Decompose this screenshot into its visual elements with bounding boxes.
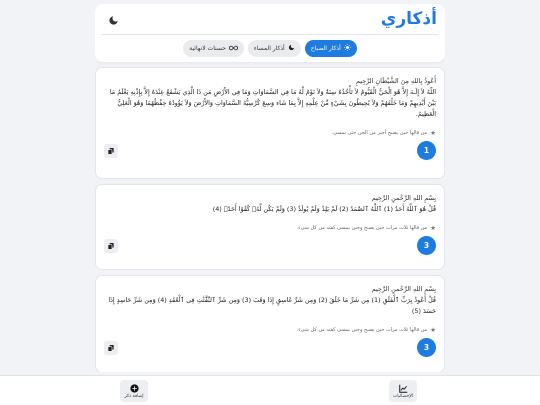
dhikr-note-text: من قالها حين يصبح أجير من الجن حتى يمسى. bbox=[331, 130, 428, 136]
tab-label: أذكار الصباح bbox=[310, 45, 341, 52]
dark-mode-toggle[interactable] bbox=[105, 12, 121, 28]
moon-icon bbox=[108, 15, 118, 25]
dhikr-card: بِسْمِ اللهِ الرَّحْمنِ الرَّحِيم قُلْ أ… bbox=[95, 275, 445, 372]
copy-button[interactable] bbox=[104, 340, 118, 355]
dhikr-card: بِسْمِ اللهِ الرَّحْمنِ الرَّحِيم قُلْ ه… bbox=[95, 184, 445, 270]
dhikr-text: قُلْ أَعُوذُ بِرَبِّ ٱلْفَلَقِ (1) مِن ش… bbox=[108, 296, 436, 315]
copy-button[interactable] bbox=[104, 238, 118, 253]
dhikr-intro: أَعُوذُ بِاللهِ مِنَ الشَّيْطَانِ الرَّج… bbox=[356, 77, 436, 85]
dhikr-text: قُلْ هُوَ ٱللَّهُ أَحَدٌ (1) ٱللَّهُ ٱلص… bbox=[212, 205, 436, 213]
repeat-counter-button[interactable]: 3 bbox=[417, 236, 436, 255]
repeat-counter-button[interactable]: 3 bbox=[417, 338, 436, 357]
star-icon: ★ bbox=[430, 326, 436, 334]
page-title: أذكاري bbox=[380, 9, 437, 29]
tab-label: حسنات لانهائية bbox=[189, 45, 226, 52]
header: أذكاري أذكار الصباح أذكار المساء حسنات ل… bbox=[95, 4, 445, 62]
bottom-navigation: إضافة ذكر الإحصائيات bbox=[0, 375, 540, 405]
copy-button[interactable] bbox=[104, 143, 118, 158]
add-dhikr-button[interactable]: إضافة ذكر bbox=[120, 380, 148, 402]
add-dhikr-label: إضافة ذكر bbox=[124, 393, 144, 399]
dhikr-note: ★ من قالها ثلاث مرات حين يصبح وحين يمسى … bbox=[104, 326, 436, 334]
chart-icon bbox=[398, 384, 407, 393]
app-container: أذكاري أذكار الصباح أذكار المساء حسنات ل… bbox=[95, 4, 445, 372]
card-footer: 1 bbox=[104, 141, 436, 160]
tab-morning-adhkar[interactable]: أذكار الصباح bbox=[304, 40, 357, 57]
moon-icon bbox=[288, 44, 295, 53]
dhikr-card: أَعُوذُ بِاللهِ مِنَ الشَّيْطَانِ الرَّج… bbox=[95, 67, 445, 179]
dhikr-note: ★ من قالها حين يصبح أجير من الجن حتى يمس… bbox=[104, 129, 436, 137]
sun-icon bbox=[344, 44, 351, 53]
tabs: أذكار الصباح أذكار المساء حسنات لانهائية bbox=[95, 40, 445, 57]
dhikr-text: اللّهُ لاَ إِلَـهَ إِلاَّ هُوَ الْحَيُّ … bbox=[109, 88, 436, 118]
dhikr-note: ★ من قالها ثلاث مرات حين يصبح وحين يمسى … bbox=[104, 224, 436, 232]
statistics-button[interactable]: الإحصائيات bbox=[389, 380, 417, 402]
tab-label: أذكار المساء bbox=[253, 45, 285, 52]
dhikr-intro: بِسْمِ اللهِ الرَّحْمنِ الرَّحِيم bbox=[371, 194, 436, 202]
copy-icon bbox=[107, 242, 114, 250]
copy-icon bbox=[107, 147, 114, 155]
tab-infinite-rewards[interactable]: حسنات لانهائية bbox=[183, 40, 244, 57]
copy-icon bbox=[107, 344, 114, 352]
adhkar-list: أَعُوذُ بِاللهِ مِنَ الشَّيْطَانِ الرَّج… bbox=[95, 62, 445, 372]
star-icon: ★ bbox=[430, 129, 436, 137]
repeat-counter-button[interactable]: 1 bbox=[417, 141, 436, 160]
card-footer: 3 bbox=[104, 338, 436, 357]
tab-evening-adhkar[interactable]: أذكار المساء bbox=[247, 40, 301, 57]
dhikr-intro: بِسْمِ اللهِ الرَّحْمنِ الرَّحِيم bbox=[371, 285, 436, 293]
card-footer: 3 bbox=[104, 236, 436, 255]
star-icon: ★ bbox=[430, 224, 436, 232]
dhikr-note-text: من قالها ثلاث مرات حين يصبح وحين يمسى كف… bbox=[296, 327, 428, 333]
plus-circle-icon bbox=[129, 383, 139, 393]
statistics-label: الإحصائيات bbox=[392, 393, 414, 399]
divider bbox=[101, 34, 439, 35]
dhikr-note-text: من قالها ثلاث مرات حين يصبح وحين يمسى كف… bbox=[296, 225, 428, 231]
infinity-icon bbox=[228, 45, 238, 53]
